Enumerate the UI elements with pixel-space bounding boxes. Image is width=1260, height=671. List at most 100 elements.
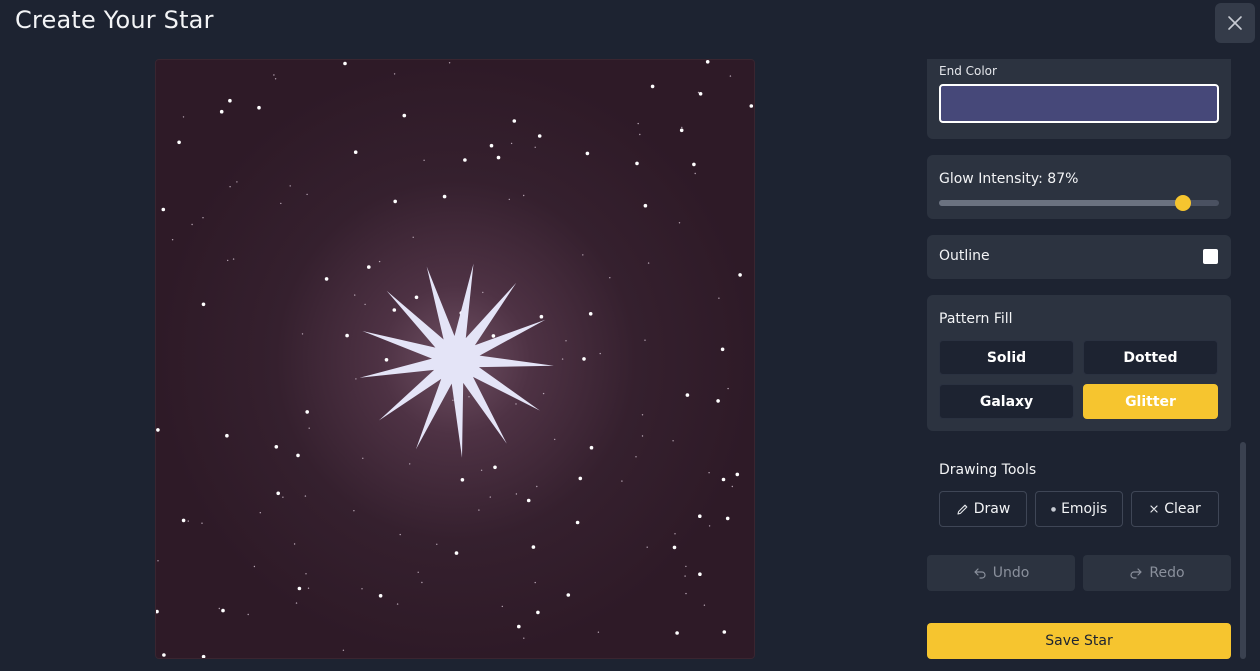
sparkle bbox=[575, 520, 580, 525]
sparkle bbox=[392, 308, 397, 312]
redo-button[interactable]: Redo bbox=[1083, 555, 1231, 591]
sparkle bbox=[367, 265, 371, 269]
sparkle bbox=[463, 158, 467, 162]
sparkle bbox=[491, 334, 496, 338]
sparkle bbox=[515, 403, 517, 405]
sparkle bbox=[523, 194, 525, 197]
pattern-glitter-button[interactable]: Glitter bbox=[1083, 384, 1218, 419]
sparkle bbox=[305, 573, 307, 575]
outline-checkbox[interactable] bbox=[1203, 249, 1218, 264]
draw-button[interactable]: Draw bbox=[939, 491, 1027, 527]
pencil-icon bbox=[957, 504, 968, 515]
pattern-solid-button[interactable]: Solid bbox=[939, 340, 1074, 375]
sparkle bbox=[675, 631, 679, 635]
emoji-icon: ● bbox=[1050, 505, 1057, 513]
sparkle bbox=[221, 608, 225, 613]
sparkle bbox=[678, 222, 681, 224]
sparkle bbox=[253, 565, 256, 568]
sparkle bbox=[296, 453, 300, 458]
star-canvas-svg[interactable] bbox=[156, 60, 755, 659]
sparkle bbox=[735, 472, 740, 477]
sparkle bbox=[536, 610, 540, 615]
sparkle bbox=[508, 198, 510, 201]
undo-button[interactable]: Undo bbox=[927, 555, 1075, 591]
sparkle bbox=[384, 358, 389, 362]
glow-intensity-slider[interactable] bbox=[939, 195, 1219, 211]
sparkle bbox=[218, 607, 220, 610]
sparkle bbox=[353, 510, 355, 512]
pattern-dotted-button[interactable]: Dotted bbox=[1083, 340, 1218, 375]
clear-button-label: Clear bbox=[1164, 501, 1201, 517]
sparkle bbox=[259, 512, 261, 514]
glow-intensity-card: Glow Intensity: 87% bbox=[927, 155, 1231, 219]
sparkle bbox=[162, 653, 166, 657]
outline-label: Outline bbox=[939, 248, 990, 264]
sparkle bbox=[698, 572, 702, 576]
sparkle bbox=[482, 291, 484, 294]
sparkle bbox=[643, 203, 648, 208]
sparkle bbox=[650, 84, 655, 89]
sparkle bbox=[534, 146, 536, 148]
clear-button[interactable]: Clear bbox=[1131, 491, 1219, 527]
end-color-swatch[interactable] bbox=[939, 84, 1219, 123]
sparkle bbox=[362, 457, 364, 459]
sparkle bbox=[399, 533, 401, 536]
sparkle bbox=[599, 352, 601, 355]
sparkle bbox=[307, 587, 310, 589]
sparkle bbox=[493, 465, 497, 470]
sparkle bbox=[280, 202, 282, 205]
sparkle bbox=[257, 105, 261, 110]
glow-intensity-label: Glow Intensity: 87% bbox=[939, 171, 1079, 187]
save-star-button[interactable]: Save Star bbox=[927, 623, 1231, 659]
end-color-card: End Color bbox=[927, 59, 1231, 139]
sparkle bbox=[448, 62, 451, 64]
sparkle bbox=[621, 480, 623, 482]
sparkle bbox=[297, 586, 302, 591]
sparkle bbox=[720, 347, 725, 352]
sparkle bbox=[442, 194, 447, 199]
pattern-galaxy-button[interactable]: Galaxy bbox=[939, 384, 1074, 419]
sparkle bbox=[536, 485, 538, 488]
sparkle bbox=[531, 545, 536, 549]
sparkle bbox=[681, 126, 683, 129]
emojis-button[interactable]: ● Emojis bbox=[1035, 491, 1123, 527]
draw-button-label: Draw bbox=[973, 501, 1011, 517]
sparkle bbox=[308, 427, 310, 429]
sparkle bbox=[343, 61, 347, 66]
sparkle bbox=[489, 496, 491, 498]
sparkle bbox=[276, 491, 280, 496]
sparkle bbox=[561, 358, 564, 360]
close-button[interactable] bbox=[1215, 3, 1255, 43]
sparkle bbox=[597, 631, 600, 633]
page-title: Create Your Star bbox=[15, 6, 214, 34]
sparkle bbox=[609, 277, 611, 279]
sparkle bbox=[361, 588, 363, 590]
sparkle bbox=[478, 509, 480, 511]
sparkle bbox=[698, 514, 702, 518]
sparkle bbox=[378, 260, 381, 263]
glow-slider-thumb[interactable] bbox=[1174, 195, 1191, 211]
sparkle bbox=[697, 91, 700, 94]
star-canvas[interactable] bbox=[155, 59, 755, 659]
sparkle bbox=[423, 159, 425, 161]
sparkle bbox=[187, 520, 189, 522]
sparkle bbox=[219, 109, 224, 114]
sparkle bbox=[229, 186, 231, 188]
sparkle bbox=[635, 456, 637, 458]
sparkle bbox=[565, 340, 567, 342]
pattern-fill-label: Pattern Fill bbox=[939, 311, 1013, 327]
sparkle bbox=[393, 73, 396, 75]
sparkle bbox=[228, 98, 232, 103]
panel-scrollbar-thumb[interactable] bbox=[1240, 442, 1246, 659]
sparkle bbox=[582, 254, 584, 256]
sparkle bbox=[436, 543, 438, 545]
sparkle bbox=[588, 312, 593, 316]
sparkle bbox=[738, 273, 742, 277]
sparkle bbox=[414, 295, 419, 300]
sparkle bbox=[566, 593, 571, 597]
sparkle bbox=[641, 435, 644, 437]
sparkle bbox=[421, 581, 423, 584]
close-icon bbox=[1228, 16, 1242, 30]
sparkle bbox=[537, 134, 542, 138]
sparkle bbox=[496, 155, 501, 160]
